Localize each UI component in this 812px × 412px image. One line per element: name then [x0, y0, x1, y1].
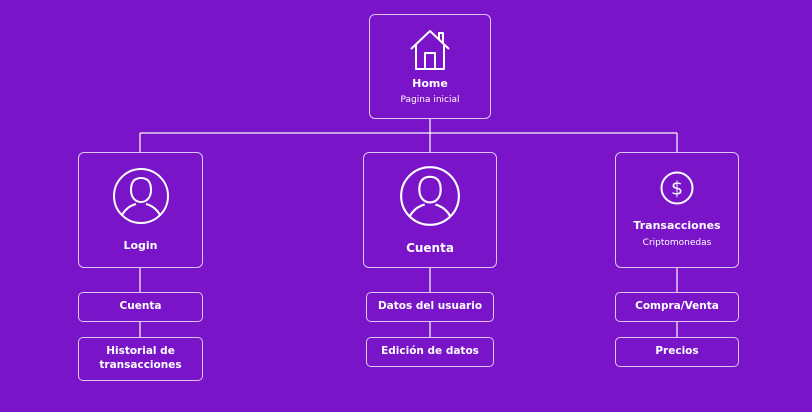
home-icon: [410, 29, 450, 70]
home-subtitle: Pagina inicial: [400, 95, 460, 106]
leaf-transacciones-precios: Precios: [615, 337, 739, 367]
svg-text:$: $: [671, 178, 683, 200]
leaf-cuenta-datos: Datos del usuario: [366, 292, 494, 322]
user-icon: [400, 165, 460, 226]
transacciones-title: Transacciones: [633, 219, 721, 233]
user-icon: [112, 168, 169, 225]
cuenta-title: Cuenta: [406, 240, 454, 255]
login-title: Login: [123, 239, 158, 253]
site-map-diagram: Home Pagina inicial Login Cuenta $ Trans…: [0, 0, 812, 412]
login-node: Login: [78, 152, 203, 268]
leaf-label: Cuenta: [119, 300, 162, 313]
leaf-login-historial: Historial de transacciones: [78, 337, 203, 381]
dollar-icon: $: [660, 171, 694, 205]
leaf-label: Historial de transacciones: [99, 345, 182, 371]
transacciones-node: $ Transacciones Criptomonedas: [615, 152, 739, 268]
transacciones-subtitle: Criptomonedas: [642, 237, 712, 248]
leaf-transacciones-compraventa: Compra/Venta: [615, 292, 739, 322]
leaf-label: Compra/Venta: [635, 300, 719, 313]
leaf-label: Datos del usuario: [377, 300, 483, 313]
leaf-login-cuenta: Cuenta: [78, 292, 203, 322]
leaf-label: Edición de datos: [381, 345, 479, 358]
leaf-label: Precios: [655, 345, 699, 358]
cuenta-node: Cuenta: [363, 152, 497, 268]
leaf-cuenta-edicion: Edición de datos: [366, 337, 494, 367]
home-node: Home Pagina inicial: [369, 14, 491, 119]
home-title: Home: [412, 76, 448, 90]
